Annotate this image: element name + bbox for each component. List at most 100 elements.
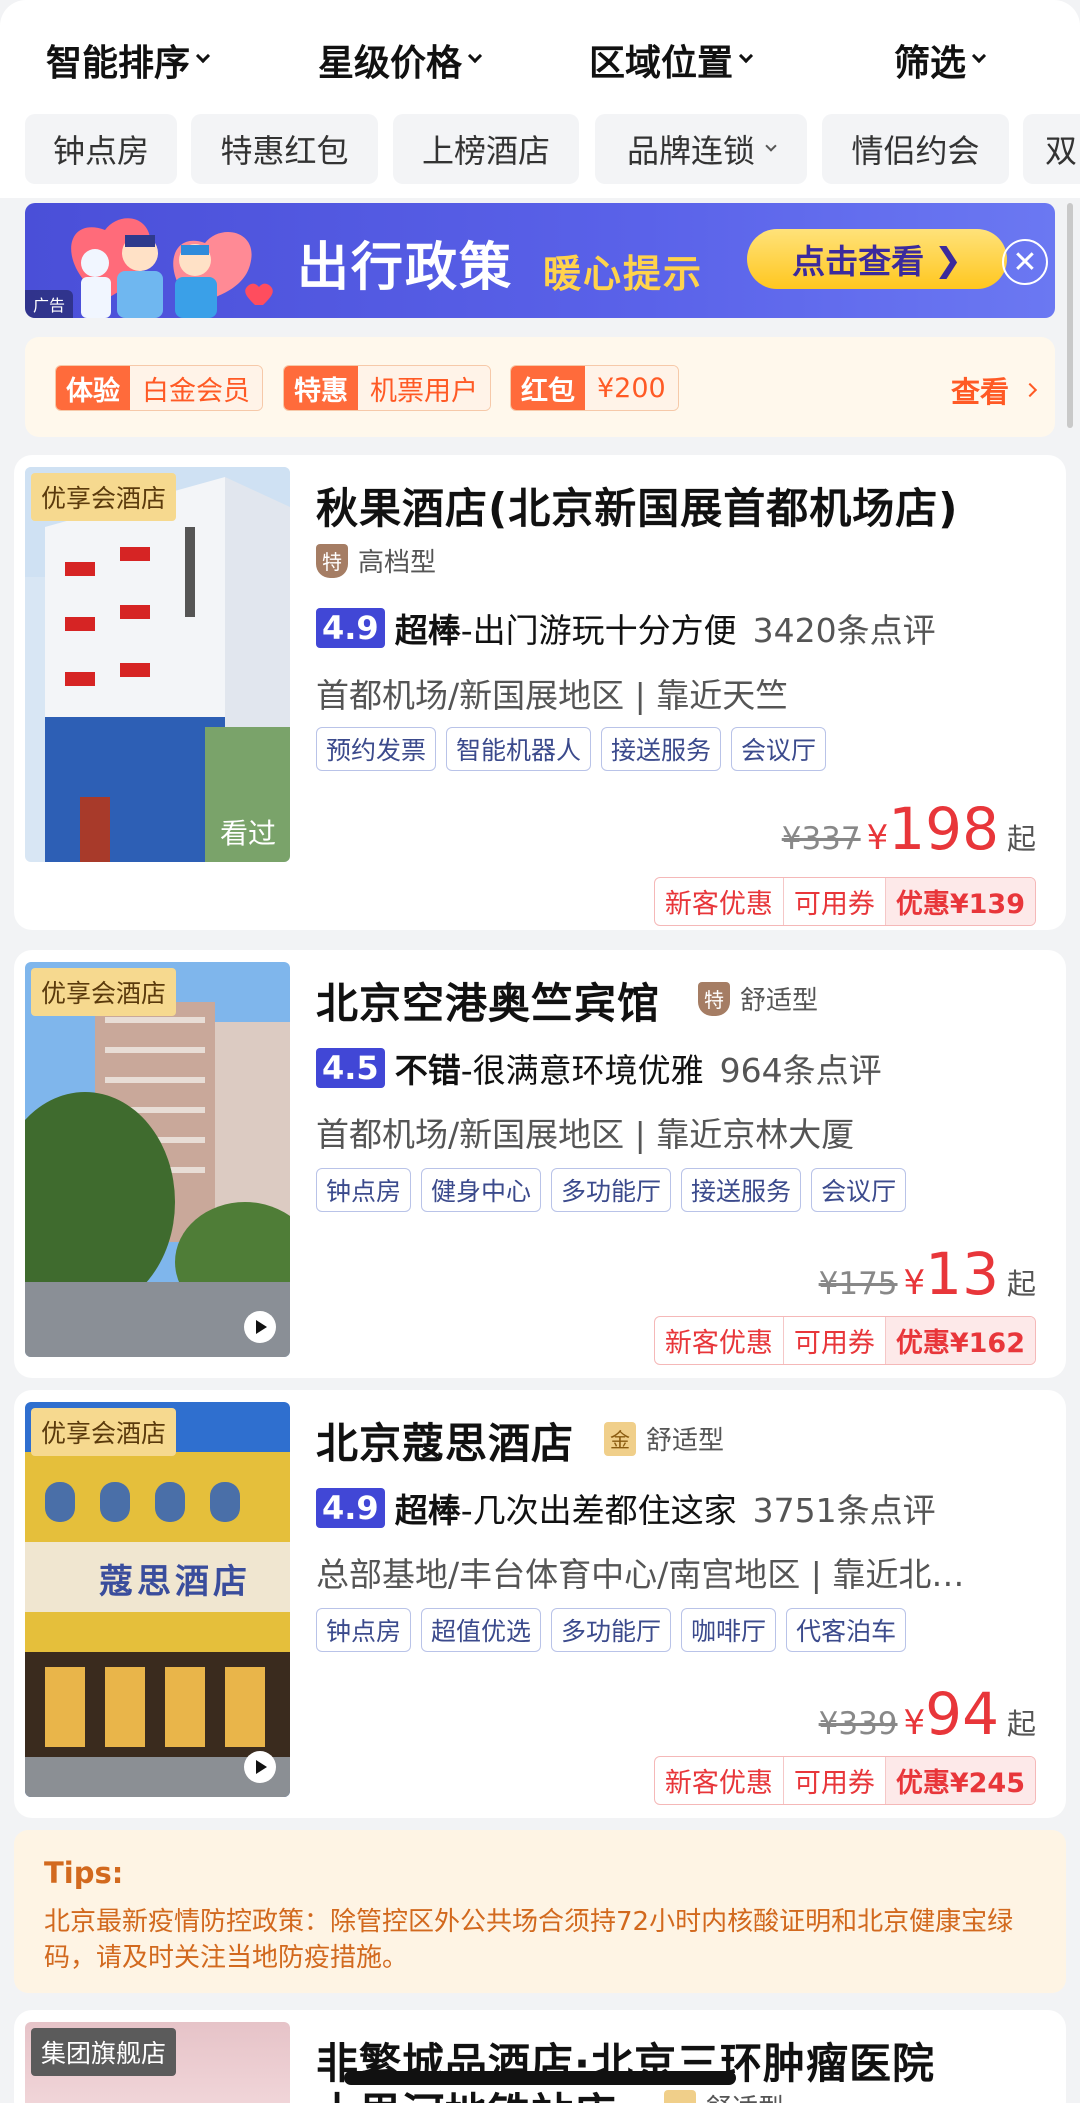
currency-symbol: ¥ — [903, 1263, 926, 1303]
hotel-name[interactable]: 北京空港奥竺宾馆 — [316, 970, 660, 1031]
policy-banner[interactable]: 出行政策 暖心提示 点击查看 ❯ ✕ 广告 — [25, 203, 1055, 318]
amenity-tag: 接送服务 — [601, 727, 722, 771]
tag-label: 情侣约会 — [851, 132, 980, 170]
home-indicator[interactable] — [344, 2071, 736, 2085]
hotel-price: ¥175 ¥ 13 起 — [819, 1240, 1036, 1308]
hotel-photo[interactable]: 优享会酒店 看过 — [25, 467, 290, 862]
review-count[interactable]: 3420条点评 — [753, 604, 936, 652]
hotel-badge: 优享会酒店 — [31, 473, 177, 521]
sort-smart-label: 智能排序 — [46, 43, 191, 84]
tag-hourly[interactable]: 钟点房 — [25, 114, 177, 184]
amenity-tag: 钟点房 — [316, 1608, 412, 1652]
original-price: ¥339 — [818, 1706, 898, 1742]
chip-value: 白金会员 — [130, 366, 262, 410]
member-benefits-strip[interactable]: 体验 白金会员 特惠 机票用户 红包 ¥200 查看 — [25, 337, 1055, 437]
hotel-name[interactable]: 北京蔻思酒店 — [316, 1410, 574, 1471]
banner-title: 出行政策 — [297, 238, 514, 298]
hotel-image — [25, 962, 290, 1357]
benefit-chip-flight-user: 特惠 机票用户 — [283, 365, 491, 411]
chip-key: 红包 — [511, 366, 585, 410]
member-view-button[interactable]: 查看 — [951, 369, 1038, 411]
chip-key: 体验 — [56, 366, 130, 410]
chevron-right-icon: ❯ — [934, 239, 962, 279]
hotel-badge: 集团旗舰店 — [31, 2028, 177, 2076]
amenity-list: 预约发票 智能机器人 接送服务 会议厅 — [316, 727, 827, 771]
benefit-chip-platinum: 体验 白金会员 — [55, 365, 263, 411]
amenity-tag: 预约发票 — [316, 727, 437, 771]
rating-score: 4.9 — [316, 1488, 385, 1528]
hotel-photo[interactable]: 集团旗舰店 — [25, 2022, 290, 2103]
hotel-photo[interactable]: 蔻思酒店 优享会酒店 — [25, 1402, 290, 1797]
close-icon[interactable]: ✕ — [1002, 239, 1048, 285]
scrollbar[interactable] — [1067, 203, 1073, 428]
tag-label: 钟点房 — [52, 132, 149, 170]
sort-filter[interactable]: 筛选 — [894, 34, 987, 86]
rating-word: 不错 — [394, 1051, 461, 1090]
amenity-tag: 会议厅 — [731, 727, 827, 771]
hotel-card[interactable]: 蔻思酒店 优享会酒店 北京蔻思酒店 金舒适型 4.9 超棒 -几次出差都住这家 … — [14, 1390, 1066, 1818]
chip-key: 特惠 — [284, 366, 358, 410]
review-count[interactable]: 3751条点评 — [753, 1484, 936, 1532]
review-count[interactable]: 964条点评 — [720, 1044, 882, 1092]
hotel-card[interactable]: 集团旗舰店 非繁城品酒店·北京三环肿瘤医院 十里河地铁站店 舒适型 — [14, 2010, 1066, 2103]
deal-tag: 新客优惠 — [655, 878, 784, 925]
tag-red-packet[interactable]: 特惠红包 — [191, 114, 378, 184]
rating-word: 超棒 — [394, 611, 461, 650]
amenity-tag: 接送服务 — [681, 1168, 802, 1212]
play-video-icon[interactable] — [244, 1751, 276, 1783]
hotel-sign: 蔻思酒店 — [99, 1562, 251, 1602]
deal-tag: 新客优惠 — [655, 1317, 784, 1364]
hotel-level: 舒适型 — [664, 2088, 784, 2103]
amenity-tag: 咖啡厅 — [681, 1608, 777, 1652]
chevron-down-icon — [195, 48, 211, 64]
price-suffix: 起 — [1006, 822, 1036, 856]
banner-subtitle: 暖心提示 — [543, 252, 704, 296]
sort-filter-label: 筛选 — [894, 43, 967, 84]
currency-symbol: ¥ — [903, 1703, 926, 1743]
deal-tags: 新客优惠 可用券 优惠¥245 — [653, 1756, 1036, 1805]
benefit-chip-red-packet: 红包 ¥200 — [510, 365, 679, 411]
hotel-image — [25, 467, 290, 862]
special-badge-icon: 特 — [316, 543, 348, 578]
original-price: ¥175 — [818, 1266, 898, 1302]
banner-cta-button[interactable]: 点击查看 ❯ — [747, 229, 1007, 289]
special-badge-icon: 特 — [698, 981, 730, 1016]
amenity-list: 钟点房 健身中心 多功能厅 接送服务 会议厅 — [316, 1168, 907, 1212]
hotel-card[interactable]: 优享会酒店 北京空港奥竺宾馆 特舒适型 4.5 不错 -很满意环境优雅 964条… — [14, 950, 1066, 1378]
deal-tags: 新客优惠 可用券 优惠¥139 — [653, 877, 1036, 926]
tag-label: 品牌连锁 — [626, 132, 755, 170]
hotel-badge: 优享会酒店 — [31, 1408, 177, 1456]
tag-label: 特惠红包 — [220, 132, 349, 170]
discount-tag: 优惠¥245 — [885, 1757, 1035, 1804]
deal-tags: 新客优惠 可用券 优惠¥162 — [653, 1316, 1036, 1365]
original-price: ¥337 — [781, 821, 861, 857]
sort-smart[interactable]: 智能排序 — [46, 34, 211, 86]
chevron-down-icon — [765, 140, 777, 152]
rating-desc: -几次出差都住这家 — [460, 1491, 737, 1530]
sort-location[interactable]: 区域位置 — [589, 34, 754, 86]
tag-ranked[interactable]: 上榜酒店 — [393, 114, 579, 184]
hotel-level: 特高档型 — [316, 542, 436, 579]
current-price: 13 — [925, 1240, 999, 1308]
hotel-level: 特舒适型 — [698, 980, 818, 1017]
hotel-name[interactable]: 秋果酒店(北京新国展首都机场店) — [316, 475, 958, 536]
chevron-down-icon — [467, 48, 483, 64]
tag-more[interactable]: 双 — [1023, 114, 1080, 184]
hotel-level: 金舒适型 — [604, 1420, 724, 1457]
play-video-icon[interactable] — [244, 1311, 276, 1343]
current-price: 94 — [925, 1680, 999, 1748]
hotel-rating: 4.9 超棒 -几次出差都住这家 3751条点评 — [316, 1484, 936, 1532]
tag-couple[interactable]: 情侣约会 — [822, 114, 1009, 184]
amenity-tag: 代客泊车 — [786, 1608, 907, 1652]
quick-tags-row: 钟点房 特惠红包 上榜酒店 品牌连锁 情侣约会 双 — [0, 114, 1080, 198]
tips-text: 北京最新疫情防控政策：除管控区外公共场合须持72小时内核酸证明和北京健康宝绿码，… — [44, 1907, 1014, 1973]
deal-tag: 可用券 — [784, 1757, 886, 1804]
discount-tag: 优惠¥162 — [885, 1317, 1035, 1364]
hotel-card[interactable]: 优享会酒店 看过 秋果酒店(北京新国展首都机场店) 特高档型 4.9 超棒 -出… — [14, 455, 1066, 930]
hotel-level-label: 舒适型 — [646, 1426, 725, 1456]
sort-star-price[interactable]: 星级价格 — [318, 34, 483, 86]
tag-brand-chain[interactable]: 品牌连锁 — [595, 114, 807, 184]
hotel-photo[interactable]: 优享会酒店 — [25, 962, 290, 1357]
gold-badge-icon — [664, 2089, 696, 2103]
chevron-down-icon — [971, 48, 987, 64]
